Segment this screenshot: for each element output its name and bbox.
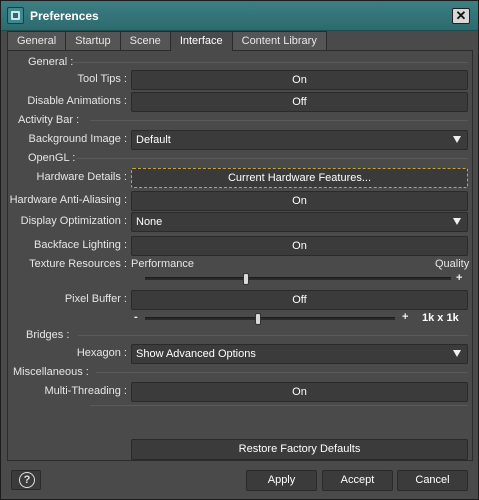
chevron-down-icon (453, 350, 461, 357)
multi-threading-label: Multi-Threading : (44, 385, 127, 397)
tab-bar: General Startup Scene Interface Content … (7, 31, 327, 51)
hexagon-label: Hexagon : (76, 347, 127, 359)
close-icon: ✕ (455, 8, 467, 23)
section-divider (76, 158, 468, 159)
pixel-buffer-label: Pixel Buffer : (64, 293, 127, 305)
section-bridges: Bridges : (26, 329, 70, 341)
accept-button[interactable]: Accept (322, 470, 393, 491)
section-general: General : (28, 56, 74, 68)
section-activity-bar: Activity Bar : (18, 114, 80, 126)
hexagon-value: Show Advanced Options (136, 348, 256, 360)
texture-min-label: Performance (131, 258, 194, 270)
background-image-value: Default (136, 134, 171, 146)
interface-panel: General : Tool Tips : On Disable Animati… (7, 50, 473, 461)
hardware-details-label: Hardware Details : (36, 171, 127, 183)
help-button[interactable]: ? (11, 470, 41, 490)
section-opengl: OpenGL : (28, 152, 76, 164)
chevron-down-icon (453, 218, 461, 225)
pixel-buffer-slider-handle[interactable] (254, 313, 261, 325)
hardware-aa-toggle[interactable]: On (131, 191, 468, 211)
pixel-buffer-size: 1k x 1k (422, 312, 459, 324)
display-optimization-value: None (136, 216, 163, 228)
backface-lighting-label: Backface Lighting : (34, 239, 127, 251)
window-title: Preferences (30, 9, 99, 23)
section-divider (72, 62, 468, 63)
background-image-dropdown[interactable]: Default (131, 130, 468, 150)
section-divider (96, 372, 468, 373)
tab-interface[interactable]: Interface (169, 31, 233, 51)
display-optimization-label: Display Optimization : (20, 215, 127, 227)
section-divider (90, 120, 468, 121)
dialog-button-bar: ? Apply Accept Cancel (1, 463, 478, 499)
hardware-aa-label: Hardware Anti-Aliasing : (9, 194, 127, 206)
pixel-buffer-toggle[interactable]: Off (131, 290, 468, 310)
background-image-label: Background Image : (28, 133, 127, 145)
tab-general[interactable]: General (7, 31, 67, 51)
texture-max-label: Quality (435, 258, 470, 270)
restore-factory-defaults-button[interactable]: Restore Factory Defaults (131, 439, 468, 460)
tab-startup[interactable]: Startup (65, 31, 121, 51)
hexagon-dropdown[interactable]: Show Advanced Options (131, 344, 468, 364)
texture-resources-slider-handle[interactable] (242, 273, 249, 285)
pixel-buffer-decrease-button[interactable]: - (134, 311, 138, 323)
tab-content-library[interactable]: Content Library (231, 31, 327, 51)
apply-button[interactable]: Apply (246, 470, 317, 491)
section-divider (90, 405, 468, 406)
texture-resources-label: Texture Resources : (29, 258, 127, 270)
current-hardware-features-button[interactable]: Current Hardware Features... (131, 168, 468, 188)
disable-animations-toggle[interactable]: Off (131, 92, 468, 112)
display-optimization-dropdown[interactable]: None (131, 212, 468, 232)
tab-scene[interactable]: Scene (119, 31, 171, 51)
close-button[interactable]: ✕ (452, 8, 470, 24)
chevron-down-icon (453, 136, 461, 143)
preferences-dialog: Preferences ✕ General Startup Scene Inte… (0, 0, 479, 500)
pixel-buffer-slider[interactable] (145, 317, 395, 320)
tool-tips-toggle[interactable]: On (131, 70, 468, 90)
pixel-buffer-increase-button[interactable]: + (402, 311, 408, 323)
multi-threading-toggle[interactable]: On (131, 382, 468, 402)
texture-resources-slider[interactable] (145, 277, 451, 280)
tool-tips-label: Tool Tips : (77, 73, 127, 85)
title-bar[interactable]: Preferences ✕ (1, 1, 478, 31)
backface-lighting-toggle[interactable]: On (131, 236, 468, 256)
texture-increase-button[interactable]: + (456, 272, 462, 284)
section-miscellaneous: Miscellaneous : (13, 366, 89, 378)
app-icon (7, 7, 24, 24)
cancel-button[interactable]: Cancel (397, 470, 468, 491)
disable-animations-label: Disable Animations : (27, 95, 127, 107)
help-icon: ? (19, 472, 35, 488)
section-divider (78, 335, 468, 336)
